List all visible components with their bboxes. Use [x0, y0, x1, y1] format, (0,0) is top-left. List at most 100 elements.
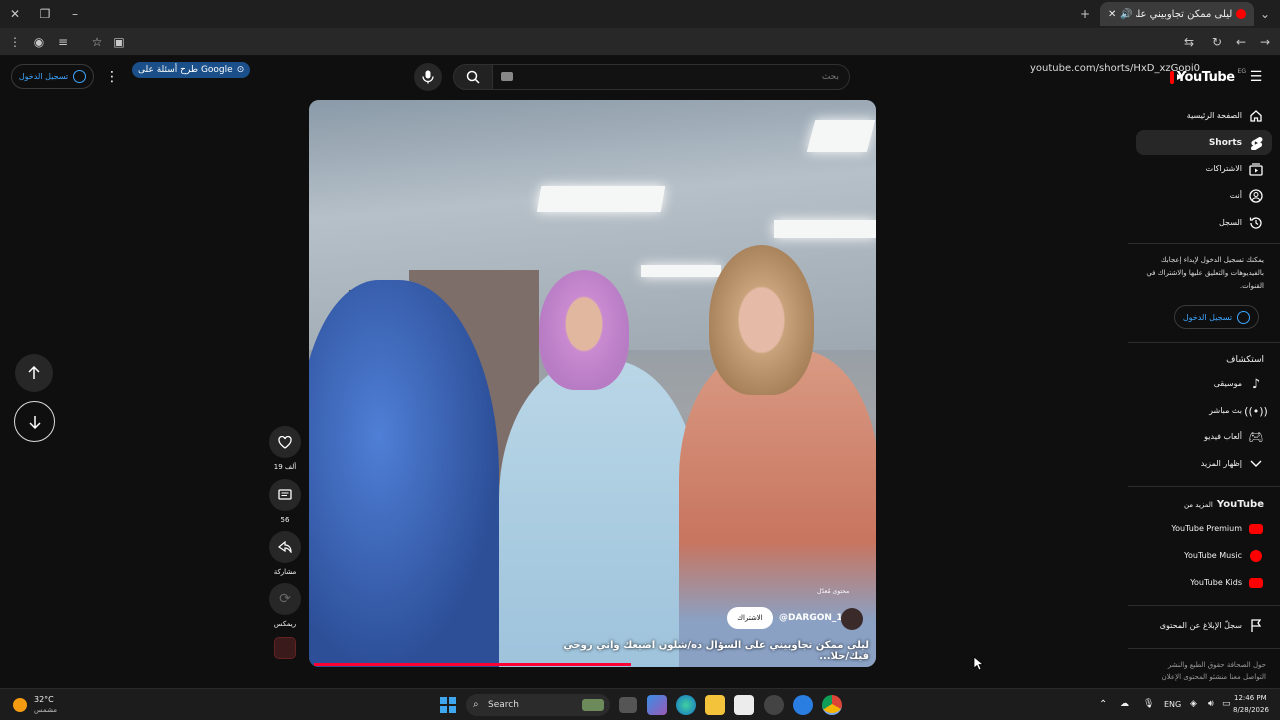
- sidebar-signin-button[interactable]: تسجيل الدخول: [1174, 305, 1259, 329]
- clock-date[interactable]: 8/28/2026: [1233, 706, 1269, 714]
- widgets-icon[interactable]: [647, 695, 667, 715]
- tray-mic-icon[interactable]: 🎙︎: [1143, 699, 1154, 709]
- comment-action[interactable]: 56: [268, 479, 302, 524]
- share-action[interactable]: مشاركة: [268, 531, 302, 576]
- sidebar-item-subscriptions[interactable]: الاشتراكات: [1136, 156, 1272, 181]
- channel-avatar[interactable]: [841, 608, 863, 630]
- clock-time[interactable]: 12:46 PM: [1234, 694, 1267, 702]
- signin-button[interactable]: تسجيل الدخول: [11, 64, 94, 89]
- sound-avatar[interactable]: [274, 637, 296, 659]
- tray-cloud-icon[interactable]: ☁: [1120, 699, 1129, 709]
- tray-chevron-icon[interactable]: ⌃: [1099, 699, 1107, 710]
- new-tab-icon[interactable]: +: [1078, 7, 1092, 21]
- youtube-music-icon: [1248, 548, 1264, 564]
- channel-handle[interactable]: @DARGON_1: [779, 613, 843, 623]
- chrome-browser-icon[interactable]: [822, 695, 842, 715]
- settings-dots-icon[interactable]: ⋮: [104, 69, 120, 85]
- video-caption[interactable]: ليلى ممكن تجاوبيني على السؤال ده/شلون اض…: [549, 640, 869, 662]
- site-settings-icon[interactable]: ⇆: [1182, 35, 1196, 49]
- task-view-icon[interactable]: [619, 697, 637, 713]
- sidebar-item-live[interactable]: بث مباشر ((•)): [1136, 398, 1272, 423]
- volume-icon[interactable]: 🔊︎: [1208, 699, 1214, 709]
- shorts-icon: [1248, 135, 1264, 151]
- explore-heading: استكشاف: [1226, 355, 1264, 365]
- sidebar-item-history[interactable]: السجل: [1136, 210, 1272, 235]
- weather-sun-icon[interactable]: [13, 698, 27, 712]
- forward-icon[interactable]: ←: [1234, 35, 1248, 49]
- short-video-player[interactable]: محتوى مُعدّل الاشتراك @DARGON_1 ليلى ممك…: [309, 100, 876, 667]
- language-indicator[interactable]: ENG: [1164, 700, 1181, 709]
- reload-icon[interactable]: ↻: [1210, 35, 1224, 49]
- ceiling-light: [806, 120, 876, 152]
- tab-search-icon[interactable]: ⌄: [1258, 7, 1272, 21]
- back-icon[interactable]: →: [1258, 35, 1272, 49]
- profile-icon[interactable]: ◉: [32, 35, 46, 49]
- sidebar-item-youtube-kids[interactable]: YouTube Kids: [1136, 570, 1272, 595]
- account-icon: [1237, 310, 1251, 324]
- comment-count: 56: [280, 516, 290, 524]
- heart-icon[interactable]: [269, 426, 301, 458]
- live-icon: ((•)): [1244, 404, 1268, 418]
- tab-audio-icon[interactable]: 🔊: [1120, 9, 1132, 20]
- minimize-window-icon[interactable]: –: [68, 7, 82, 21]
- next-short-button[interactable]: [14, 401, 55, 442]
- edge-browser-icon[interactable]: [676, 695, 696, 715]
- sidebar-item-gaming[interactable]: ألعاب فيديو 🎮︎: [1136, 424, 1272, 449]
- bookmark-star-icon[interactable]: ☆: [90, 35, 104, 49]
- file-explorer-icon[interactable]: [705, 695, 725, 715]
- sidebar-item-you[interactable]: أنت: [1136, 183, 1272, 208]
- search-input[interactable]: بحث: [492, 64, 850, 90]
- menu-dots-icon[interactable]: ⋮: [8, 35, 22, 49]
- weather-temp[interactable]: 32°C: [34, 695, 54, 704]
- search-button[interactable]: [453, 64, 493, 90]
- arrow-up-icon: [28, 366, 40, 379]
- voice-search-button[interactable]: [414, 63, 442, 91]
- search-icon: ⌕: [473, 699, 479, 710]
- sidebar-item-show-more[interactable]: إظهار المزيد: [1136, 451, 1272, 476]
- share-icon[interactable]: [269, 531, 301, 563]
- youtube-logo[interactable]: YouTube EG: [1170, 68, 1246, 86]
- hamburger-menu-icon[interactable]: ☰: [1248, 69, 1264, 85]
- sidebar-divider: [1128, 605, 1280, 606]
- sidebar: الصفحة الرئيسية Shorts الاشتراكات أنت ال…: [1128, 100, 1280, 683]
- sidebar-item-youtube-music[interactable]: YouTube Music: [1136, 543, 1272, 568]
- comment-icon[interactable]: [269, 479, 301, 511]
- maximize-window-icon[interactable]: ❐: [38, 7, 52, 21]
- sidebar-item-label: YouTube Premium: [1171, 524, 1242, 533]
- sidebar-item-shorts[interactable]: Shorts: [1136, 130, 1272, 155]
- sidebar-divider: [1128, 648, 1280, 649]
- keyboard-icon[interactable]: [501, 72, 513, 81]
- remix-action[interactable]: ⟳ ريمكس: [268, 583, 302, 628]
- network-icon[interactable]: ◈: [1190, 699, 1197, 709]
- settings-app-icon[interactable]: [764, 695, 784, 715]
- microsoft-store-icon[interactable]: [734, 695, 754, 715]
- app-blue-icon[interactable]: [793, 695, 813, 715]
- share-label: مشاركة: [273, 568, 297, 576]
- tab-close-icon[interactable]: ✕: [1108, 9, 1116, 20]
- sidebar-item-youtube-premium[interactable]: YouTube Premium: [1136, 516, 1272, 541]
- footer-links-2[interactable]: التواصل معنا منشئو المحتوى الإعلان: [1138, 671, 1266, 683]
- start-button-icon[interactable]: [440, 697, 456, 713]
- cast-icon[interactable]: ▣: [112, 35, 126, 49]
- sidebar-item-music[interactable]: موسيقى ♪: [1136, 371, 1272, 396]
- ceiling-light: [641, 265, 721, 277]
- footer-links-1[interactable]: حول الصحافة حقوق الطبع والنشر: [1138, 659, 1266, 671]
- search-highlight-icon: [582, 699, 604, 711]
- sidebar-item-home[interactable]: الصفحة الرئيسية: [1136, 103, 1272, 128]
- reading-list-icon[interactable]: ≡: [56, 35, 70, 49]
- close-window-icon[interactable]: ✕: [8, 7, 22, 21]
- sidebar-item-report-history[interactable]: سجلّ الإبلاغ عن المحتوى: [1136, 613, 1272, 638]
- remix-icon[interactable]: ⟳: [269, 583, 301, 615]
- tab-youtube-shorts[interactable]: ✕ 🔊 ليلى ممكن تجاوبيني على الـ: [1100, 2, 1254, 26]
- like-action[interactable]: 19 ألف: [268, 426, 302, 471]
- battery-icon[interactable]: ▭: [1222, 699, 1231, 709]
- search-icon: [466, 70, 480, 84]
- person-blue-shirt: [309, 280, 499, 667]
- video-progress-bar[interactable]: [314, 663, 632, 666]
- content-badge: محتوى مُعدّل: [817, 588, 850, 595]
- taskbar-search-label: Search: [488, 700, 519, 710]
- taskbar-search[interactable]: ⌕ Search: [466, 694, 610, 716]
- remix-label: ريمكس: [273, 620, 297, 628]
- previous-short-button[interactable]: [15, 354, 53, 392]
- subscribe-button[interactable]: الاشتراك: [727, 607, 773, 629]
